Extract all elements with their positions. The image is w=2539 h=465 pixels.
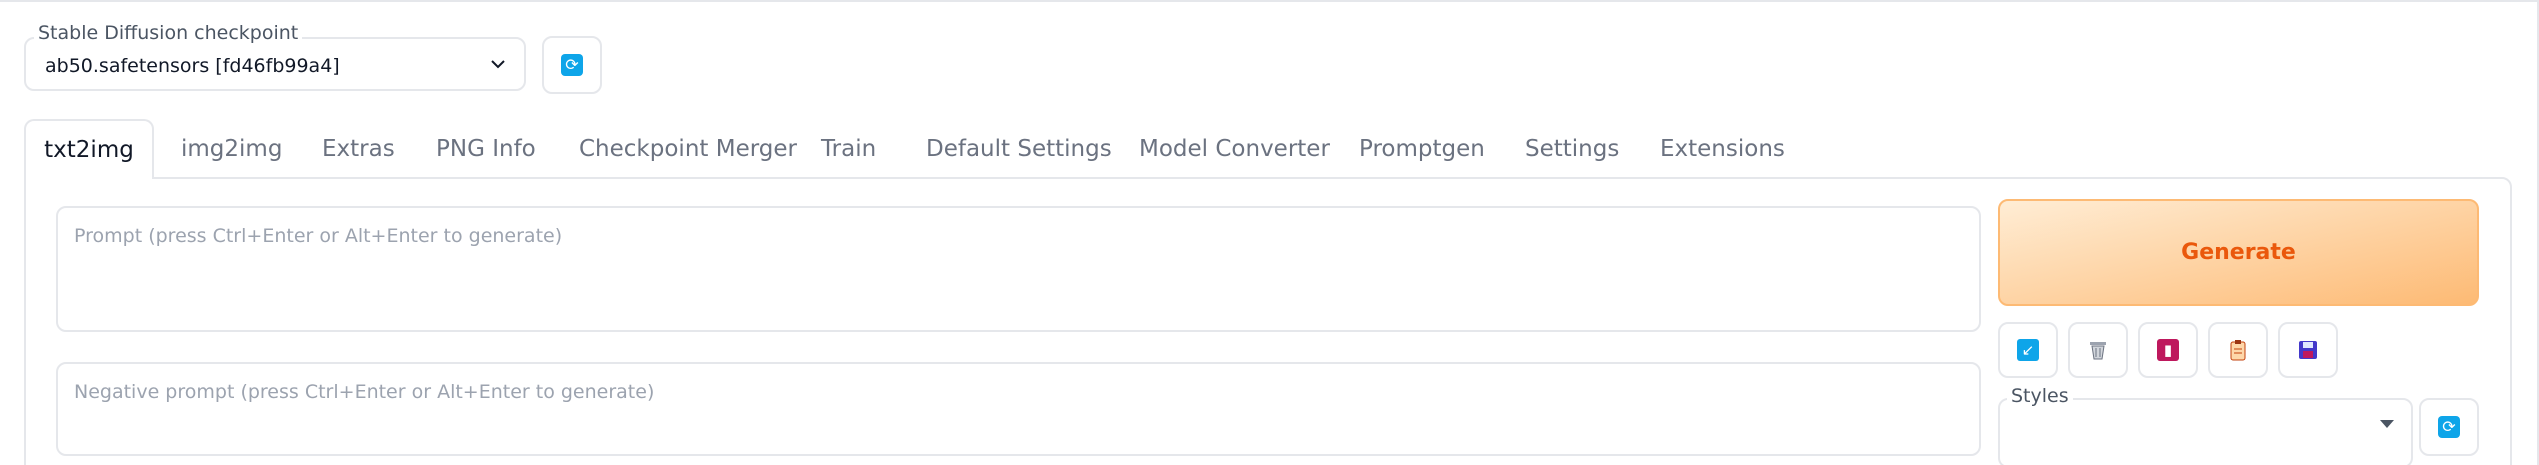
- refresh-checkpoint-button[interactable]: ⟳: [542, 36, 602, 94]
- apply-style-button[interactable]: [2208, 322, 2268, 378]
- tab-png-info[interactable]: PNG Info: [436, 119, 536, 179]
- checkpoint-value: ab50.safetensors [fd46fb99a4]: [45, 55, 340, 77]
- tab-txt2img[interactable]: txt2img: [24, 119, 154, 179]
- save-icon: [2299, 341, 2317, 359]
- styles-dropdown[interactable]: [1998, 398, 2413, 465]
- clear-prompt-button[interactable]: [2068, 322, 2128, 378]
- tab-extras[interactable]: Extras: [322, 119, 395, 179]
- generate-button[interactable]: Generate: [1998, 199, 2479, 306]
- webui-page: ab50.safetensors [fd46fb99a4] Stable Dif…: [0, 0, 2539, 465]
- tab-checkpoint-merger[interactable]: Checkpoint Merger: [579, 119, 797, 179]
- clipboard-icon: [2230, 340, 2246, 361]
- tab-settings[interactable]: Settings: [1525, 119, 1619, 179]
- prompt-textarea[interactable]: Prompt (press Ctrl+Enter or Alt+Enter to…: [56, 206, 1981, 332]
- tab-train[interactable]: Train: [821, 119, 876, 179]
- paste-arrow-icon: ↙: [2017, 339, 2039, 361]
- negative-prompt-textarea[interactable]: Negative prompt (press Ctrl+Enter or Alt…: [56, 362, 1981, 456]
- paste-prompt-button[interactable]: ↙: [1998, 322, 2058, 378]
- negative-prompt-placeholder: Negative prompt (press Ctrl+Enter or Alt…: [74, 381, 655, 403]
- bookmark-icon: ▮: [2157, 339, 2179, 361]
- tab-img2img[interactable]: img2img: [181, 119, 282, 179]
- refresh-icon: ⟳: [561, 54, 583, 76]
- checkpoint-label: Stable Diffusion checkpoint: [34, 22, 303, 44]
- tab-default-settings[interactable]: Default Settings: [926, 119, 1112, 179]
- chevron-down-icon: [491, 60, 505, 69]
- top-divider: [0, 0, 2539, 2]
- tab-promptgen[interactable]: Promptgen: [1359, 119, 1485, 179]
- extra-networks-button[interactable]: ▮: [2138, 322, 2198, 378]
- dropdown-arrow-icon: [2380, 420, 2394, 428]
- save-style-button[interactable]: [2278, 322, 2338, 378]
- tab-extensions[interactable]: Extensions: [1660, 119, 1785, 179]
- prompt-placeholder: Prompt (press Ctrl+Enter or Alt+Enter to…: [74, 225, 563, 247]
- tab-model-converter[interactable]: Model Converter: [1139, 119, 1330, 179]
- styles-label: Styles: [2007, 385, 2073, 407]
- trash-icon: [2090, 342, 2106, 360]
- refresh-styles-button[interactable]: ⟳: [2419, 398, 2479, 456]
- checkpoint-dropdown[interactable]: ab50.safetensors [fd46fb99a4]: [24, 37, 526, 91]
- refresh-icon: ⟳: [2438, 416, 2460, 438]
